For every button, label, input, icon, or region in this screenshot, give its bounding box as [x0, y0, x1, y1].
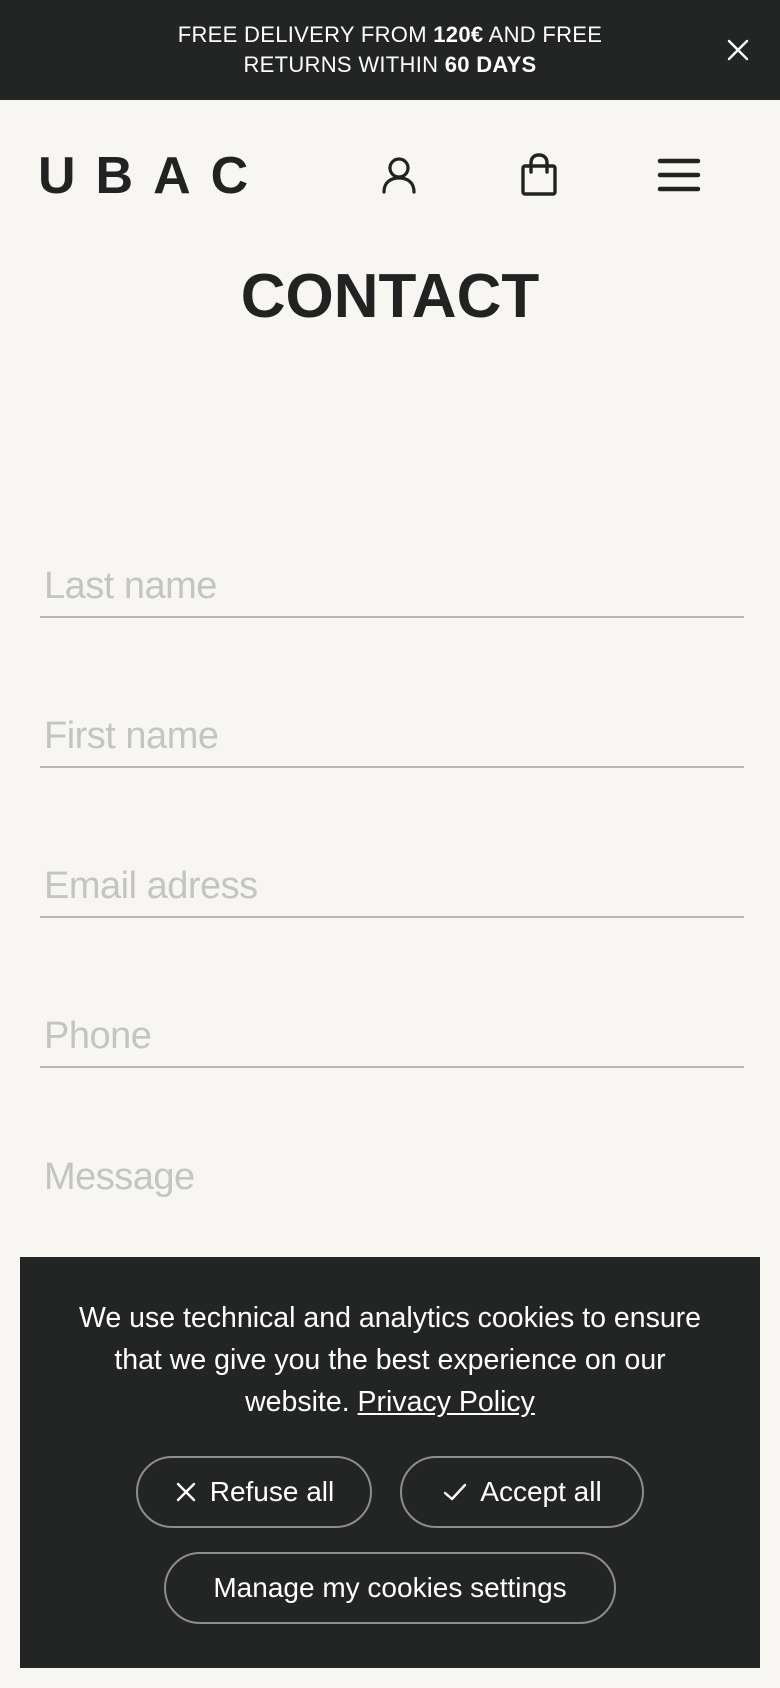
close-icon	[176, 1482, 195, 1502]
privacy-policy-link[interactable]: Privacy Policy	[358, 1386, 535, 1418]
manage-cookies-button[interactable]: Manage my cookies settings	[164, 1552, 616, 1624]
last-name-input[interactable]	[40, 556, 744, 618]
account-button[interactable]	[376, 152, 422, 198]
account-icon	[382, 157, 416, 194]
message-textarea[interactable]	[40, 1156, 744, 1256]
menu-button[interactable]	[656, 152, 702, 198]
promo-line1-suffix: AND FREE	[483, 22, 603, 47]
first-name-input[interactable]	[40, 706, 744, 768]
email-input[interactable]	[40, 856, 744, 918]
ubac-logo[interactable]: UBAC	[38, 150, 268, 202]
hamburger-menu-icon	[657, 158, 701, 192]
close-icon	[727, 39, 749, 61]
phone-input[interactable]	[40, 1006, 744, 1068]
manage-cookies-label: Manage my cookies settings	[213, 1572, 567, 1603]
shopping-bag-icon	[521, 153, 557, 196]
promo-line2-bold: 60 DAYS	[444, 52, 537, 77]
cookie-text: We use technical and analytics cookies t…	[64, 1297, 716, 1423]
promo-bar: FREE DELIVERY FROM 120€ AND FREE RETURNS…	[0, 0, 780, 100]
promo-line2-prefix: RETURNS WITHIN	[243, 52, 445, 77]
accept-all-label: Accept all	[480, 1476, 602, 1507]
refuse-all-button[interactable]: Refuse all	[136, 1456, 372, 1528]
promo-line1-bold: 120€	[433, 22, 484, 47]
cart-button[interactable]	[516, 152, 562, 198]
accept-all-button[interactable]: Accept all	[400, 1456, 644, 1528]
checkmark-icon	[444, 1483, 467, 1501]
cookie-banner: We use technical and analytics cookies t…	[20, 1257, 760, 1668]
site-header: UBAC	[0, 100, 780, 250]
promo-line1-prefix: FREE DELIVERY FROM	[177, 22, 434, 47]
promo-text: FREE DELIVERY FROM 120€ AND FREE RETURNS…	[130, 20, 650, 80]
promo-close-button[interactable]	[722, 34, 754, 66]
refuse-all-label: Refuse all	[209, 1476, 335, 1507]
page-title: CONTACT	[240, 262, 540, 331]
